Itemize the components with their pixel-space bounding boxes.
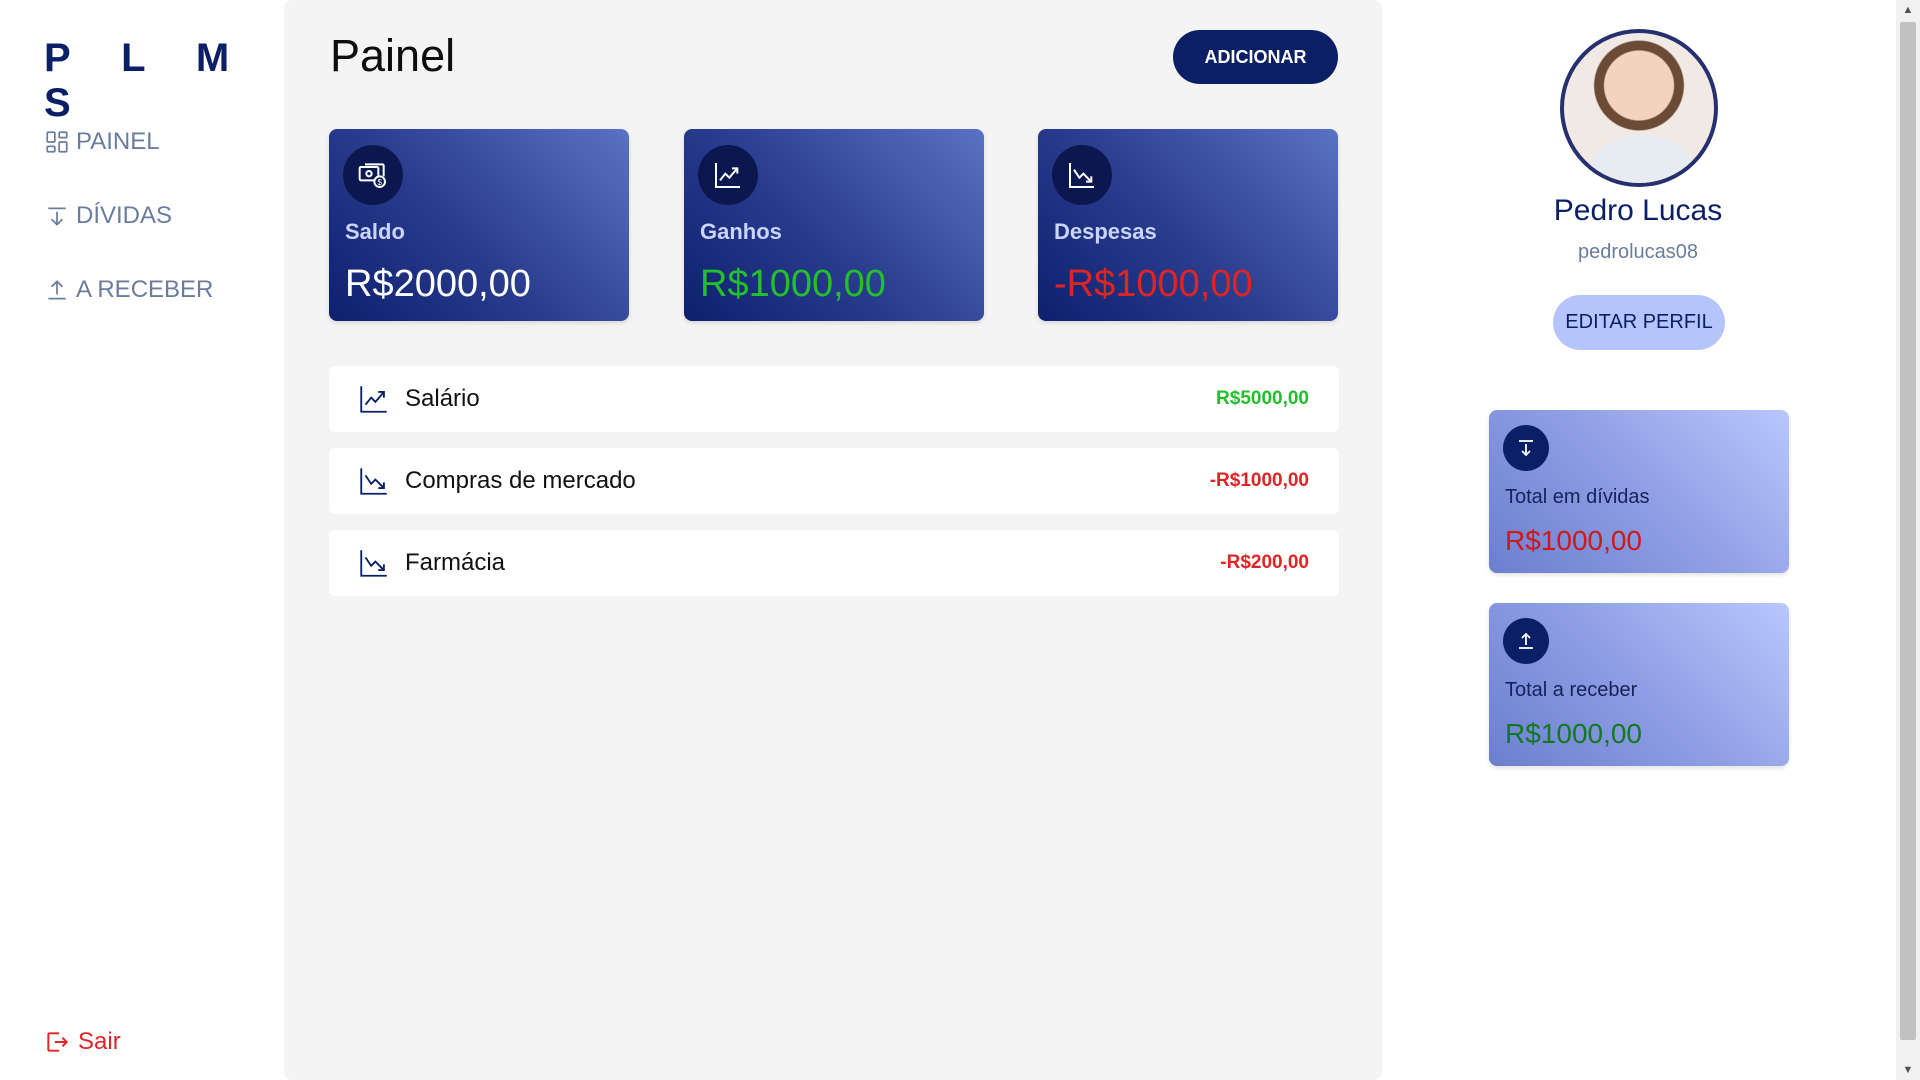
card-label: Saldo bbox=[345, 219, 405, 244]
app-logo: P L M S bbox=[44, 36, 250, 125]
arrow-up-icon bbox=[1503, 618, 1549, 664]
total-receivable-card: Total a receber R$1000,00 bbox=[1489, 603, 1789, 766]
add-button[interactable]: ADICIONAR bbox=[1173, 30, 1338, 84]
card-label: Ganhos bbox=[700, 219, 782, 244]
card-label: Despesas bbox=[1054, 219, 1157, 244]
summary-value: R$1000,00 bbox=[1505, 525, 1643, 556]
trending-down-icon bbox=[360, 468, 387, 495]
sidebar-item-dividas[interactable]: DÍVIDAS bbox=[44, 202, 172, 230]
scroll-thumb[interactable] bbox=[1900, 22, 1916, 1040]
trending-down-icon bbox=[360, 550, 387, 577]
transaction-name: Salário bbox=[405, 385, 480, 412]
transaction-row[interactable]: Farmácia -R$200,00 bbox=[329, 530, 1339, 596]
sidebar-item-painel[interactable]: PAINEL bbox=[44, 128, 160, 156]
avatar-shirt bbox=[1590, 135, 1694, 183]
page-title: Painel bbox=[330, 30, 456, 81]
sidebar-item-a-receber[interactable]: A RECEBER bbox=[44, 276, 213, 304]
logout-label: Sair bbox=[78, 1028, 121, 1055]
svg-text:$: $ bbox=[377, 178, 382, 187]
main-panel: Painel ADICIONAR $ Saldo R$2000,00 Ganho… bbox=[284, 0, 1382, 1080]
money-icon: $ bbox=[343, 145, 403, 205]
arrow-down-icon bbox=[48, 207, 66, 226]
transaction-amount: R$5000,00 bbox=[1216, 388, 1309, 409]
dashboard-grid-icon bbox=[46, 131, 68, 153]
expenses-card: Despesas -R$1000,00 bbox=[1038, 129, 1338, 321]
balance-card: $ Saldo R$2000,00 bbox=[329, 129, 629, 321]
sidebar-item-label: A RECEBER bbox=[76, 276, 214, 303]
transaction-info: Compras de mercado bbox=[357, 464, 636, 498]
income-card: Ganhos R$1000,00 bbox=[684, 129, 984, 321]
profile-panel: Pedro Lucas pedrolucas08 EDITAR PERFIL T… bbox=[1382, 0, 1894, 1080]
transaction-info: Salário bbox=[357, 382, 480, 416]
summary-label: Total em dívidas bbox=[1505, 486, 1650, 508]
avatar[interactable] bbox=[1560, 29, 1718, 187]
user-name: Pedro Lucas bbox=[1553, 194, 1723, 227]
trending-up-icon bbox=[698, 145, 758, 205]
logout-button[interactable]: Sair bbox=[44, 1028, 121, 1056]
sidebar-item-label: PAINEL bbox=[76, 128, 160, 155]
user-handle: pedrolucas08 bbox=[1577, 241, 1699, 263]
card-value: R$2000,00 bbox=[345, 263, 531, 305]
sidebar: P L M S PAINEL DÍVIDAS A RECEBER Sair bbox=[0, 0, 284, 1080]
edit-profile-button[interactable]: EDITAR PERFIL bbox=[1553, 295, 1725, 350]
vertical-scrollbar[interactable]: ▲ ▼ bbox=[1896, 0, 1920, 1080]
sidebar-item-label: DÍVIDAS bbox=[76, 202, 173, 229]
transaction-row[interactable]: Salário R$5000,00 bbox=[329, 366, 1339, 432]
transaction-name: Farmácia bbox=[405, 549, 506, 576]
transaction-amount: -R$1000,00 bbox=[1209, 470, 1309, 491]
arrow-up-icon bbox=[48, 280, 66, 300]
transaction-info: Farmácia bbox=[357, 546, 505, 580]
scroll-up-icon[interactable]: ▲ bbox=[1896, 0, 1920, 20]
arrow-down-icon bbox=[1503, 425, 1549, 471]
transaction-row[interactable]: Compras de mercado -R$1000,00 bbox=[329, 448, 1339, 514]
trending-down-icon bbox=[1052, 145, 1112, 205]
summary-value: R$1000,00 bbox=[1505, 718, 1643, 749]
logout-icon bbox=[47, 1032, 69, 1052]
card-value: R$1000,00 bbox=[700, 263, 886, 305]
transaction-name: Compras de mercado bbox=[405, 467, 636, 494]
transaction-amount: -R$200,00 bbox=[1220, 552, 1309, 573]
total-debt-card: Total em dívidas R$1000,00 bbox=[1489, 410, 1789, 573]
summary-label: Total a receber bbox=[1505, 679, 1638, 701]
trending-up-icon bbox=[360, 386, 387, 413]
card-value: -R$1000,00 bbox=[1054, 263, 1253, 305]
scroll-down-icon[interactable]: ▼ bbox=[1896, 1060, 1920, 1080]
